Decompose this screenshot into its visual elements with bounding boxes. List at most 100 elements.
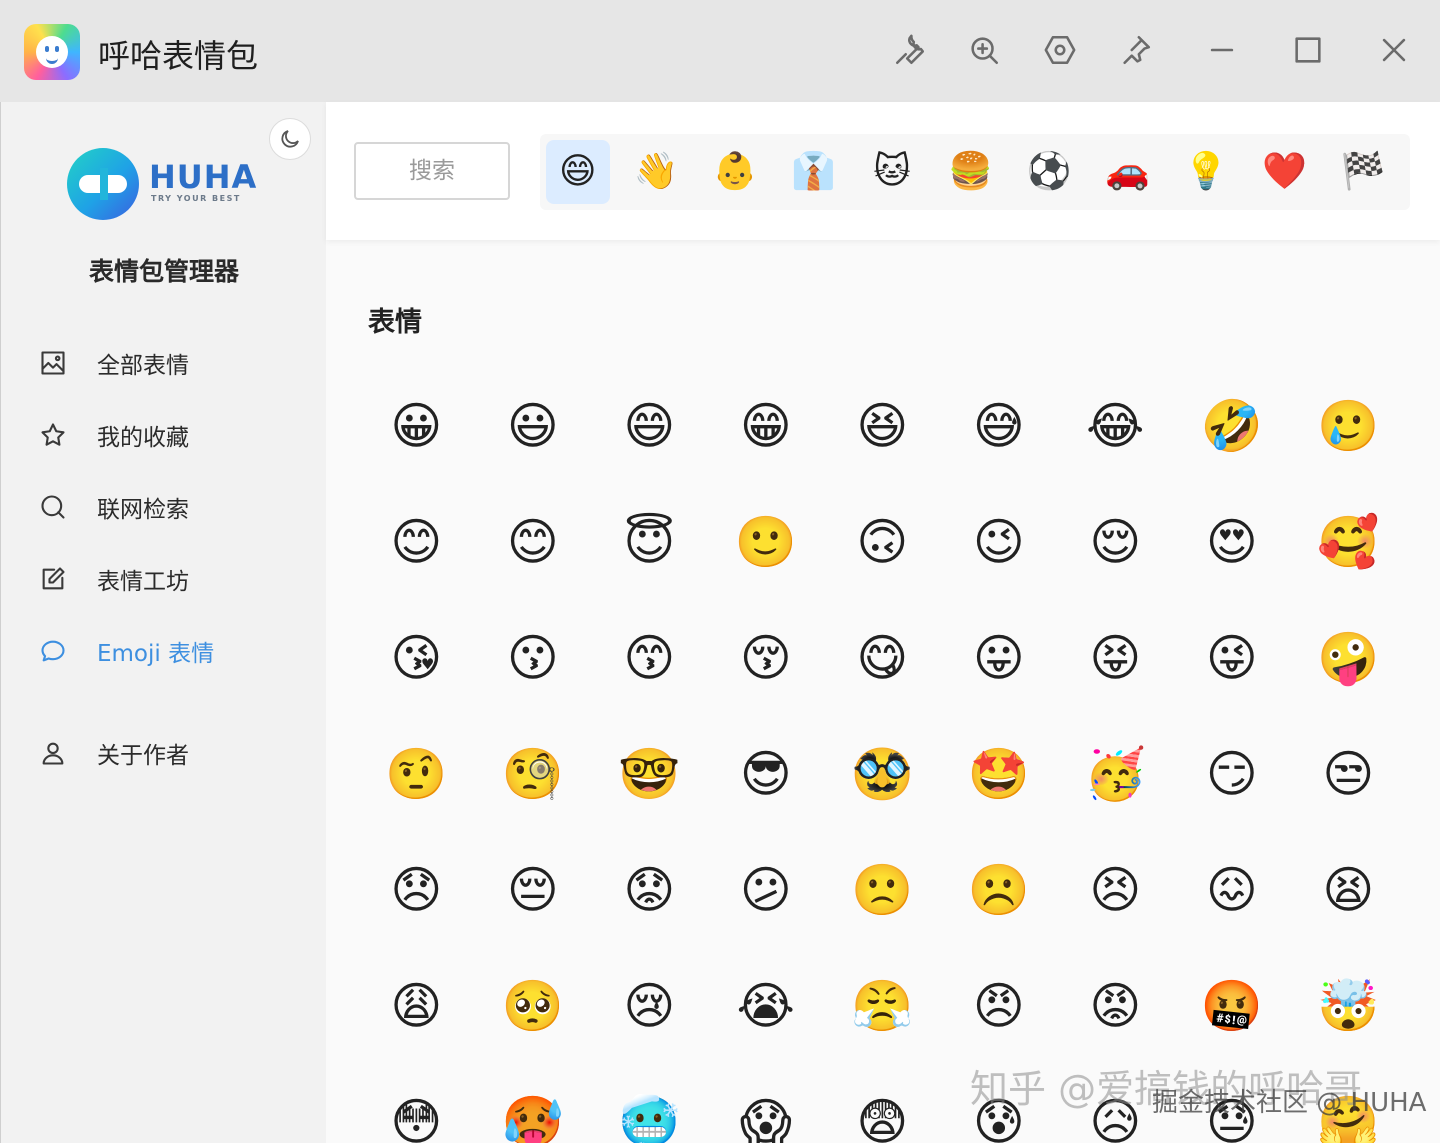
sidebar-item-label: 关于作者 xyxy=(97,743,189,769)
emoji-item[interactable]: 😆 xyxy=(824,368,941,484)
search-input[interactable] xyxy=(354,142,510,200)
emoji-item[interactable]: 😁 xyxy=(708,368,825,484)
search-icon xyxy=(37,491,69,523)
emoji-item[interactable]: 😂 xyxy=(1057,368,1174,484)
settings-icon[interactable] xyxy=(1040,30,1080,70)
emoji-item[interactable]: 🙃 xyxy=(824,484,941,600)
emoji-item[interactable]: 😇 xyxy=(591,484,708,600)
emoji-item[interactable]: 😙 xyxy=(591,600,708,716)
emoji-item[interactable]: 🥳 xyxy=(1057,716,1174,832)
close-icon[interactable] xyxy=(1374,30,1414,70)
tab-symbols[interactable]: ❤️ xyxy=(1253,140,1317,204)
emoji-item[interactable]: 😎 xyxy=(708,716,825,832)
moon-icon xyxy=(281,130,299,148)
dark-mode-toggle[interactable] xyxy=(269,118,311,160)
tab-animals[interactable]: 🐱 xyxy=(860,140,924,204)
emoji-item[interactable]: 😕 xyxy=(708,832,825,948)
emoji-item[interactable]: 😍 xyxy=(1174,484,1291,600)
emoji-item[interactable]: 😤 xyxy=(824,948,941,1064)
emoji-item[interactable]: 🤬 xyxy=(1174,948,1291,1064)
tab-flags[interactable]: 🏁 xyxy=(1331,140,1395,204)
sidebar: HUHA TRY YOUR BEST 表情包管理器 全部表情 我的收藏 联网检索… xyxy=(0,102,326,1143)
toolbar: 😄👋👶👔🐱🍔⚽🚗💡❤️🏁 xyxy=(326,102,1440,240)
user-icon xyxy=(37,737,69,769)
emoji-item[interactable]: 🙁 xyxy=(824,832,941,948)
emoji-item[interactable]: 🥺 xyxy=(475,948,592,1064)
sidebar-item-label: 我的收藏 xyxy=(97,425,189,451)
emoji-item[interactable]: 😒 xyxy=(1290,716,1407,832)
sidebar-item-online-search[interactable]: 联网检索 xyxy=(37,482,297,532)
emoji-item[interactable]: 🤯 xyxy=(1290,948,1407,1064)
sidebar-item-emoji[interactable]: Emoji 表情 xyxy=(37,626,297,676)
emoji-item[interactable]: 😟 xyxy=(591,832,708,948)
huha-logo-icon xyxy=(67,148,139,220)
emoji-item[interactable]: 😛 xyxy=(941,600,1058,716)
emoji-item[interactable]: 🤣 xyxy=(1174,368,1291,484)
tab-body[interactable]: 👶 xyxy=(703,140,767,204)
emoji-item[interactable]: 🧐 xyxy=(475,716,592,832)
tab-food[interactable]: 🍔 xyxy=(939,140,1003,204)
emoji-item[interactable]: 😡 xyxy=(1057,948,1174,1064)
emoji-item[interactable]: 😊 xyxy=(475,484,592,600)
sidebar-item-about[interactable]: 关于作者 xyxy=(37,728,297,778)
emoji-item[interactable]: 🥵 xyxy=(475,1064,592,1143)
emoji-item[interactable]: 🤨 xyxy=(358,716,475,832)
emoji-item[interactable]: 🥲 xyxy=(1290,368,1407,484)
emoji-item[interactable]: 🥶 xyxy=(591,1064,708,1143)
tab-people[interactable]: 👋 xyxy=(625,140,689,204)
emoji-item[interactable]: 😭 xyxy=(708,948,825,1064)
tab-activities[interactable]: ⚽ xyxy=(1017,140,1081,204)
sidebar-item-favorites[interactable]: 我的收藏 xyxy=(37,410,297,460)
emoji-item[interactable]: 😩 xyxy=(358,948,475,1064)
emoji-item[interactable]: 😝 xyxy=(1057,600,1174,716)
tab-objects[interactable]: 💡 xyxy=(1174,140,1238,204)
title-bar: 呼哈表情包 xyxy=(0,0,1440,102)
emoji-item[interactable]: 🤪 xyxy=(1290,600,1407,716)
wrench-icon[interactable] xyxy=(890,30,930,70)
sidebar-item-all-stickers[interactable]: 全部表情 xyxy=(37,338,297,388)
emoji-item[interactable]: 🥸 xyxy=(824,716,941,832)
emoji-item[interactable]: 😃 xyxy=(475,368,592,484)
emoji-item[interactable]: 😨 xyxy=(824,1064,941,1143)
emoji-item[interactable]: 😠 xyxy=(941,948,1058,1064)
emoji-item[interactable]: 😜 xyxy=(1174,600,1291,716)
emoji-item[interactable]: 😗 xyxy=(475,600,592,716)
emoji-item[interactable]: 😉 xyxy=(941,484,1058,600)
emoji-item[interactable]: 😖 xyxy=(1174,832,1291,948)
tab-smileys[interactable]: 😄 xyxy=(546,140,610,204)
emoji-item[interactable]: 😌 xyxy=(1057,484,1174,600)
emoji-item[interactable]: 😀 xyxy=(358,368,475,484)
pin-icon[interactable] xyxy=(1116,30,1156,70)
emoji-item[interactable]: 🙂 xyxy=(708,484,825,600)
sidebar-item-label: 全部表情 xyxy=(97,353,189,379)
maximize-icon[interactable] xyxy=(1288,30,1328,70)
watermark-juejin: 掘金技术社区 @ HUHA xyxy=(1152,1088,1427,1118)
emoji-item[interactable]: 😅 xyxy=(941,368,1058,484)
emoji-item[interactable]: 😚 xyxy=(708,600,825,716)
minimize-icon[interactable] xyxy=(1202,30,1242,70)
tab-clothing[interactable]: 👔 xyxy=(782,140,846,204)
emoji-item[interactable]: 😏 xyxy=(1174,716,1291,832)
emoji-item[interactable]: 😢 xyxy=(591,948,708,1064)
star-icon xyxy=(37,419,69,451)
emoji-item[interactable]: 🤓 xyxy=(591,716,708,832)
zoom-in-icon[interactable] xyxy=(964,30,1004,70)
emoji-item[interactable]: 😄 xyxy=(591,368,708,484)
emoji-item[interactable]: 😣 xyxy=(1057,832,1174,948)
brand-name: HUHA xyxy=(149,158,258,196)
tab-travel[interactable]: 🚗 xyxy=(1096,140,1160,204)
emoji-item[interactable]: 😋 xyxy=(824,600,941,716)
emoji-item[interactable]: 😘 xyxy=(358,600,475,716)
emoji-item[interactable]: 🤩 xyxy=(941,716,1058,832)
sidebar-item-label: 表情工坊 xyxy=(97,569,189,595)
emoji-item[interactable]: 😫 xyxy=(1290,832,1407,948)
brand-tagline: TRY YOUR BEST xyxy=(151,194,241,203)
emoji-item[interactable]: 😱 xyxy=(708,1064,825,1143)
emoji-item[interactable]: 😊 xyxy=(358,484,475,600)
emoji-item[interactable]: 😞 xyxy=(358,832,475,948)
emoji-item[interactable]: 😔 xyxy=(475,832,592,948)
emoji-item[interactable]: ☹️ xyxy=(941,832,1058,948)
sidebar-item-workshop[interactable]: 表情工坊 xyxy=(37,554,297,604)
emoji-item[interactable]: 😳 xyxy=(358,1064,475,1143)
emoji-item[interactable]: 🥰 xyxy=(1290,484,1407,600)
